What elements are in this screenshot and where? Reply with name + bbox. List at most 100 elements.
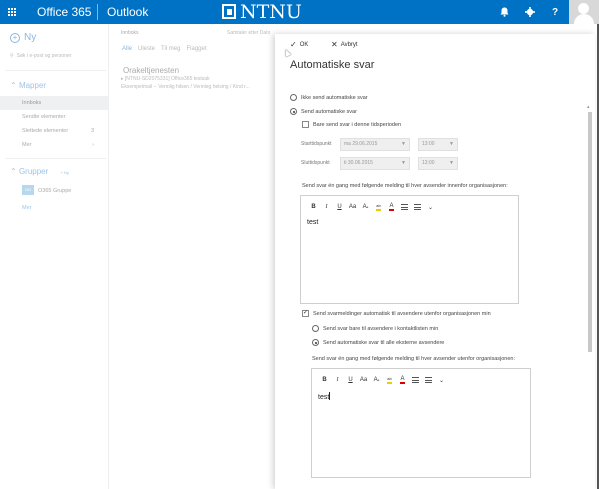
tab-to-me[interactable]: Til meg — [161, 46, 180, 52]
scrollbar[interactable] — [587, 112, 592, 352]
cancel-button[interactable]: ✕ Avbryt — [331, 40, 358, 49]
app-launcher-icon[interactable] — [0, 0, 24, 24]
folder-label: Innboks — [22, 100, 42, 106]
underline-button[interactable]: U — [344, 375, 357, 385]
new-group-button[interactable]: + Ny — [61, 170, 69, 175]
radio-no-auto-reply[interactable]: Ikke send automatiske svar — [290, 94, 368, 101]
bell-icon[interactable] — [492, 0, 516, 24]
bullet-list-icon[interactable] — [409, 375, 422, 385]
tab-flagged[interactable]: Flagget — [186, 46, 206, 52]
sort-filter[interactable]: Samtaler etter Dato — [227, 30, 270, 36]
groups-header[interactable]: ⌃ Grupper + Ny — [10, 167, 69, 176]
outside-org-editor[interactable]: B I U Aa Aa ab A ⌄ test — [311, 368, 531, 478]
message-subject[interactable]: ▸ [NTNU-SD2075331] Office365 testsak — [121, 76, 210, 82]
inside-org-editor[interactable]: B I U Aa Aa ab A ⌄ test — [300, 195, 519, 304]
outside-org-message: test — [318, 392, 331, 401]
new-mail-button[interactable]: + Ny — [10, 32, 36, 43]
font-color-button[interactable]: A — [385, 202, 398, 212]
text-caret — [329, 392, 331, 400]
chevron-down-icon: ▼ — [401, 160, 406, 166]
chevron-down-icon[interactable]: ⌄ — [435, 375, 448, 385]
start-time-select[interactable]: 13:00 ▼ — [418, 138, 458, 151]
folder-label: Mer — [22, 142, 32, 148]
highlight-button[interactable]: ab — [383, 375, 396, 385]
gear-icon[interactable] — [518, 0, 542, 24]
groups-title: Grupper — [18, 167, 49, 176]
ntnu-logo-icon — [222, 4, 236, 19]
bullet-list-icon[interactable] — [398, 202, 411, 212]
folder-inbox[interactable]: Innboks — [0, 96, 108, 110]
radio-send-auto-reply[interactable]: Send automatiske svar — [290, 108, 357, 115]
chevron-down-icon[interactable]: ⌄ — [424, 202, 437, 212]
app-title[interactable]: Outlook — [107, 5, 148, 19]
start-time-value: 13:00 — [422, 141, 435, 147]
ok-button[interactable]: ✓ OK — [290, 40, 308, 49]
chevron-up-icon: ⌃ — [10, 81, 17, 90]
numbered-list-icon[interactable] — [422, 375, 435, 385]
groups-more-link[interactable]: Mer — [22, 205, 31, 211]
radio-button[interactable] — [312, 339, 319, 346]
italic-button[interactable]: I — [331, 375, 344, 385]
tab-unread[interactable]: Uleste — [138, 46, 155, 52]
font-color-button[interactable]: A — [396, 375, 409, 385]
checkbox-outside-org[interactable]: ✓ Send svarmeldinger automatisk til avse… — [302, 310, 491, 317]
checkbox-label: Bare send svar i denne tidsperioden — [313, 121, 402, 128]
chevron-right-icon: › — [92, 142, 94, 148]
chevron-up-icon: ⌃ — [10, 167, 17, 176]
folders-header[interactable]: ⌃ Mapper — [10, 81, 46, 90]
start-date-select[interactable]: ma 29.06.2015 ▼ — [340, 138, 410, 151]
end-date-select[interactable]: ti 30.06.2015 ▼ — [340, 157, 410, 170]
page-title: Automatiske svar — [290, 59, 375, 71]
folder-deleted[interactable]: Slettede elementer 3 — [0, 124, 108, 138]
folder-name: Innboks — [121, 30, 139, 36]
radio-label: Send svar bare til avsendere i kontaktli… — [323, 325, 439, 332]
folder-label: Slettede elementer — [22, 128, 69, 134]
group-item[interactable]: O365 Gruppe — [38, 188, 71, 194]
folder-sent[interactable]: Sendte elementer — [0, 110, 108, 124]
highlight-button[interactable]: ab — [372, 202, 385, 212]
italic-button[interactable]: I — [320, 202, 333, 212]
checkbox[interactable] — [302, 121, 309, 128]
check-icon: ✓ — [290, 40, 297, 49]
end-time-select[interactable]: 13:00 ▼ — [418, 157, 458, 170]
divider — [97, 4, 98, 20]
ok-label: OK — [299, 41, 309, 48]
radio-button[interactable] — [290, 108, 297, 115]
font-size-button[interactable]: Aa — [357, 375, 370, 385]
radio-button[interactable] — [290, 94, 297, 101]
superscript-button[interactable]: Aa — [359, 202, 372, 212]
scroll-up-icon[interactable]: ▴ — [587, 104, 590, 110]
search-input[interactable]: ⚲ Søk i e-post og personer — [10, 53, 100, 59]
help-icon[interactable]: ? — [543, 0, 567, 24]
tab-all[interactable]: Alle — [122, 46, 132, 52]
subject-text: [NTNU-SD2075331] Office365 testsak — [124, 76, 210, 82]
avatar[interactable] — [569, 0, 599, 24]
checkbox-label: Send svarmeldinger automatisk til avsend… — [313, 310, 491, 317]
font-size-button[interactable]: Aa — [346, 202, 359, 212]
formatting-toolbar: B I U Aa Aa ab A ⌄ — [307, 202, 437, 212]
outside-body-text: test — [318, 394, 330, 401]
chevron-down-icon: ▼ — [449, 141, 454, 147]
bold-button[interactable]: B — [307, 202, 320, 212]
highlight-icon: ab — [376, 203, 381, 211]
folders-title: Mapper — [18, 81, 47, 90]
plus-icon: + — [10, 32, 20, 43]
superscript-button[interactable]: Aa — [370, 375, 383, 385]
underline-button[interactable]: U — [333, 202, 346, 212]
radio-all-external[interactable]: Send automatiske svar til alle eksterne … — [312, 339, 444, 346]
end-time-value: 13:00 — [422, 160, 435, 166]
radio-label: Send automatiske svar til alle eksterne … — [323, 339, 445, 346]
divider — [6, 70, 106, 71]
numbered-list-icon[interactable] — [411, 202, 424, 212]
radio-button[interactable] — [312, 325, 319, 332]
message-preview[interactable]: Eksempelmail -- Vennlig hilsen / Vennleg… — [121, 84, 271, 90]
message-sender[interactable]: Orakeltjenesten — [123, 66, 179, 75]
radio-contacts-only[interactable]: Send svar bare til avsendere i kontaktli… — [312, 325, 438, 332]
checkbox-time-period[interactable]: Bare send svar i denne tidsperioden — [302, 121, 401, 128]
divider — [6, 158, 106, 159]
filter-tabs: Alle Uleste Til meg Flagget — [122, 46, 207, 52]
suite-title[interactable]: Office 365 — [37, 5, 91, 19]
checkbox[interactable]: ✓ — [302, 310, 309, 317]
bold-button[interactable]: B — [318, 375, 331, 385]
folders-more-link[interactable]: Mer › — [0, 138, 108, 152]
